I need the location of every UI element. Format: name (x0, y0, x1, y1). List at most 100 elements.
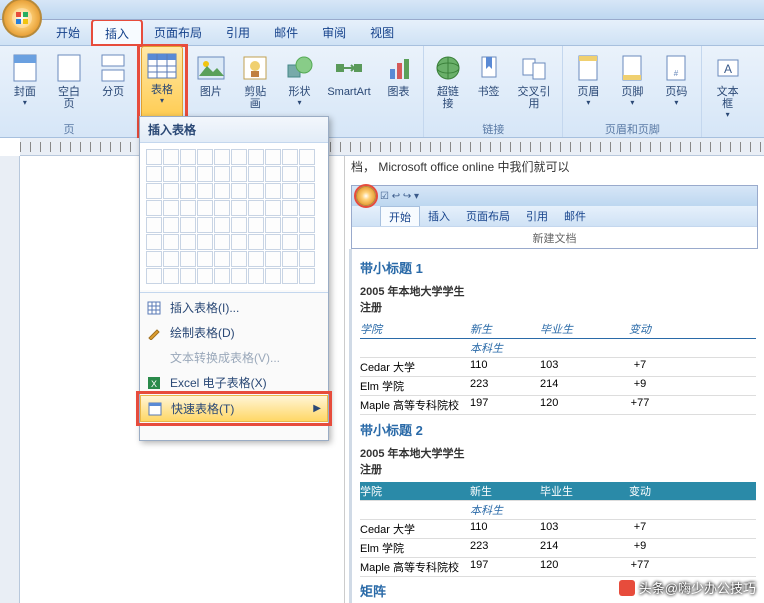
grid-cell[interactable] (197, 166, 213, 182)
tab-mailings[interactable]: 邮件 (262, 20, 310, 45)
grid-cell[interactable] (163, 217, 179, 233)
grid-cell[interactable] (282, 251, 298, 267)
cross-reference-button[interactable]: 交叉引用 (510, 48, 559, 121)
mini-tab-ref[interactable]: 引用 (518, 206, 556, 226)
grid-cell[interactable] (163, 149, 179, 165)
grid-cell[interactable] (299, 183, 315, 199)
tab-references[interactable]: 引用 (214, 20, 262, 45)
grid-cell[interactable] (146, 217, 162, 233)
menu-excel-spreadsheet[interactable]: XExcel 电子表格(X) (140, 370, 328, 395)
grid-cell[interactable] (282, 234, 298, 250)
grid-cell[interactable] (163, 166, 179, 182)
grid-cell[interactable] (265, 234, 281, 250)
grid-cell[interactable] (248, 200, 264, 216)
grid-cell[interactable] (248, 268, 264, 284)
grid-cell[interactable] (180, 149, 196, 165)
grid-cell[interactable] (197, 251, 213, 267)
grid-cell[interactable] (146, 166, 162, 182)
grid-cell[interactable] (197, 149, 213, 165)
mini-tab-layout[interactable]: 页面布局 (458, 206, 518, 226)
mini-tab-home[interactable]: 开始 (380, 206, 420, 226)
mini-qat[interactable]: ☑ ↩ ↪ ▾ (380, 191, 419, 202)
grid-cell[interactable] (299, 166, 315, 182)
grid-cell[interactable] (282, 268, 298, 284)
grid-cell[interactable] (146, 183, 162, 199)
grid-cell[interactable] (265, 166, 281, 182)
grid-cell[interactable] (248, 149, 264, 165)
picture-button[interactable]: 图片 (190, 48, 232, 121)
tab-insert[interactable]: 插入 (92, 20, 142, 45)
grid-cell[interactable] (163, 268, 179, 284)
grid-cell[interactable] (214, 183, 230, 199)
grid-cell[interactable] (265, 200, 281, 216)
grid-cell[interactable] (248, 251, 264, 267)
grid-cell[interactable] (163, 200, 179, 216)
grid-cell[interactable] (248, 234, 264, 250)
grid-cell[interactable] (197, 234, 213, 250)
page-break-button[interactable]: 分页 (92, 48, 134, 121)
grid-cell[interactable] (299, 251, 315, 267)
tab-home[interactable]: 开始 (44, 20, 92, 45)
chart-button[interactable]: 图表 (378, 48, 420, 121)
grid-cell[interactable] (265, 183, 281, 199)
grid-cell[interactable] (231, 268, 247, 284)
grid-cell[interactable] (299, 200, 315, 216)
page-number-button[interactable]: #页码▾ (655, 48, 697, 121)
grid-cell[interactable] (265, 149, 281, 165)
grid-cell[interactable] (146, 200, 162, 216)
grid-cell[interactable] (180, 183, 196, 199)
grid-cell[interactable] (197, 217, 213, 233)
grid-cell[interactable] (197, 183, 213, 199)
tab-pagelayout[interactable]: 页面布局 (142, 20, 214, 45)
blank-page-button[interactable]: 空白页 (48, 48, 91, 121)
hyperlink-button[interactable]: 超链接 (428, 48, 467, 121)
wordart-button[interactable]: 文 (751, 48, 764, 123)
grid-cell[interactable] (180, 166, 196, 182)
grid-cell[interactable] (146, 234, 162, 250)
grid-cell[interactable] (231, 149, 247, 165)
grid-cell[interactable] (214, 200, 230, 216)
grid-cell[interactable] (180, 217, 196, 233)
shapes-button[interactable]: 形状▾ (279, 48, 321, 121)
grid-cell[interactable] (214, 251, 230, 267)
bookmark-button[interactable]: 书签 (469, 48, 507, 121)
table-size-grid[interactable] (140, 143, 328, 290)
grid-cell[interactable] (282, 166, 298, 182)
grid-cell[interactable] (299, 217, 315, 233)
mini-tab-mail[interactable]: 邮件 (556, 206, 594, 226)
header-button[interactable]: 页眉▾ (567, 48, 609, 121)
mini-office-button[interactable] (356, 186, 376, 206)
grid-cell[interactable] (248, 166, 264, 182)
text-box-button[interactable]: A文本框▾ (706, 48, 749, 123)
grid-cell[interactable] (146, 251, 162, 267)
grid-cell[interactable] (231, 183, 247, 199)
menu-quick-tables[interactable]: 快速表格(T)▶ (140, 395, 328, 422)
grid-cell[interactable] (197, 268, 213, 284)
footer-button[interactable]: 页脚▾ (611, 48, 653, 121)
grid-cell[interactable] (180, 234, 196, 250)
menu-draw-table[interactable]: 绘制表格(D) (140, 320, 328, 345)
grid-cell[interactable] (180, 268, 196, 284)
grid-cell[interactable] (265, 268, 281, 284)
cover-page-button[interactable]: 封面▾ (4, 48, 46, 121)
tab-view[interactable]: 视图 (358, 20, 406, 45)
grid-cell[interactable] (282, 200, 298, 216)
grid-cell[interactable] (231, 200, 247, 216)
grid-cell[interactable] (299, 234, 315, 250)
tab-review[interactable]: 审阅 (310, 20, 358, 45)
grid-cell[interactable] (146, 149, 162, 165)
grid-cell[interactable] (265, 251, 281, 267)
mini-tab-insert[interactable]: 插入 (420, 206, 458, 226)
clipart-button[interactable]: 剪贴画 (234, 48, 277, 121)
grid-cell[interactable] (282, 149, 298, 165)
grid-cell[interactable] (180, 251, 196, 267)
smartart-button[interactable]: SmartArt (322, 48, 375, 121)
grid-cell[interactable] (214, 149, 230, 165)
grid-cell[interactable] (282, 217, 298, 233)
grid-cell[interactable] (214, 268, 230, 284)
grid-cell[interactable] (197, 200, 213, 216)
grid-cell[interactable] (146, 268, 162, 284)
grid-cell[interactable] (163, 183, 179, 199)
grid-cell[interactable] (214, 217, 230, 233)
grid-cell[interactable] (265, 217, 281, 233)
